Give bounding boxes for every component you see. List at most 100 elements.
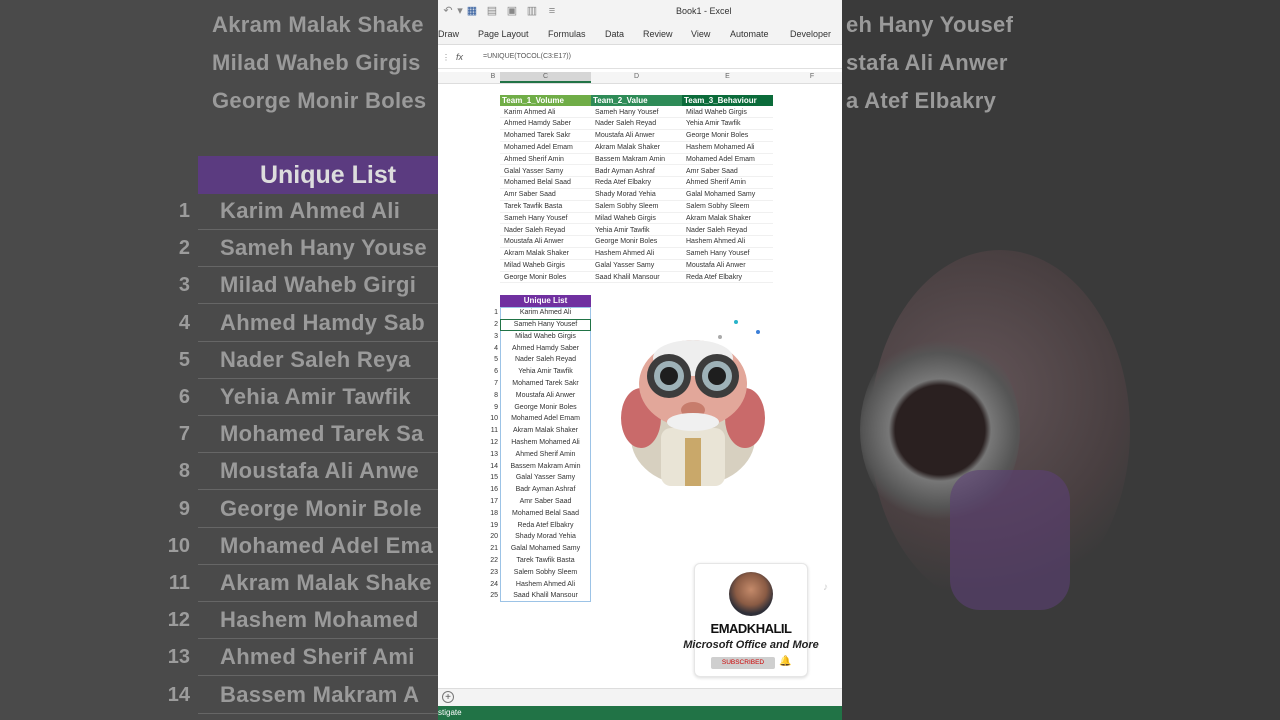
undo-icon[interactable]: ↶ <box>442 5 454 17</box>
table-cell[interactable]: Moustafa Ali Anwer <box>591 130 682 142</box>
unique-list-item[interactable]: Bassem Makram Amin <box>500 461 591 473</box>
fx-icon[interactable]: fx <box>456 52 463 62</box>
table-cell[interactable]: Hashem Ahmed Ali <box>682 236 773 249</box>
formula-bar[interactable]: ⋮ fx =UNIQUE(TOCOL(C3:E17)) <box>438 48 842 69</box>
unique-list-item[interactable]: Karim Ahmed Ali <box>500 307 591 319</box>
grid-icon[interactable]: ▦ <box>466 5 478 17</box>
subscribed-button[interactable]: SUBSCRIBED <box>711 657 775 669</box>
table-cell[interactable]: George Monir Boles <box>591 236 682 249</box>
table-cell[interactable]: Galal Mohamed Samy <box>682 189 773 201</box>
table-cell[interactable]: Sameh Hany Yousef <box>500 213 591 225</box>
tab-formulas[interactable]: Formulas <box>548 29 586 39</box>
tab-view[interactable]: View <box>691 29 710 39</box>
unique-list-item[interactable]: Moustafa Ali Anwer <box>500 390 591 402</box>
unique-list-item[interactable]: Amr Saber Saad <box>500 496 591 508</box>
unique-list-item[interactable]: Akram Malak Shaker <box>500 425 591 437</box>
table-cell[interactable]: Shady Morad Yehia <box>591 189 682 201</box>
table-header-cell[interactable]: Team_1_Volume <box>500 95 591 106</box>
table-header-cell[interactable]: Team_3_Behaviour <box>682 95 773 106</box>
tab-automate[interactable]: Automate <box>730 29 769 39</box>
add-sheet-icon[interactable]: + <box>442 691 454 703</box>
tab-review[interactable]: Review <box>643 29 673 39</box>
table-cell[interactable]: Salem Sobhy Sleem <box>591 201 682 213</box>
preview-icon[interactable]: ▥ <box>526 5 538 17</box>
table-cell[interactable]: Nader Saleh Reyad <box>591 118 682 131</box>
unique-list-item[interactable]: Reda Atef Elbakry <box>500 520 591 532</box>
table-cell[interactable]: Akram Malak Shaker <box>591 142 682 154</box>
table-cell[interactable]: Karim Ahmed Ali <box>500 107 591 119</box>
table-cell[interactable]: Mohamed Belal Saad <box>500 177 591 190</box>
selected-cell[interactable] <box>500 318 591 331</box>
table-cell[interactable]: Saad Khalil Mansour <box>591 272 682 284</box>
table-cell[interactable]: Hashem Mohamed Ali <box>682 142 773 154</box>
unique-list-header[interactable]: Unique List <box>500 295 591 307</box>
table-cell[interactable]: Milad Waheb Girgis <box>500 260 591 272</box>
table-cell[interactable]: Sameh Hany Yousef <box>591 107 682 119</box>
unique-list-item[interactable]: Salem Sobhy Sleem <box>500 567 591 579</box>
table-cell[interactable]: Salem Sobhy Sleem <box>682 201 773 213</box>
table-cell[interactable]: Bassem Makram Amin <box>591 154 682 166</box>
table-cell[interactable]: Mohamed Tarek Sakr <box>500 130 591 142</box>
column-header-f[interactable]: F <box>773 73 842 80</box>
column-header-c[interactable]: C <box>500 73 591 80</box>
table-cell[interactable]: Moustafa Ali Anwer <box>682 260 773 272</box>
table-cell[interactable]: Nader Saleh Reyad <box>682 225 773 237</box>
table-cell[interactable]: Galal Yasser Samy <box>591 260 682 272</box>
table-cell[interactable]: Reda Atef Elbakry <box>682 272 773 284</box>
unique-list-item[interactable]: Yehia Amir Tawfik <box>500 366 591 378</box>
table-header-cell[interactable]: Team_2_Value <box>591 95 682 106</box>
column-header-d[interactable]: D <box>591 73 682 80</box>
unique-list-item[interactable]: Tarek Tawfik Basta <box>500 555 591 567</box>
table-cell[interactable]: Amr Saber Saad <box>682 166 773 178</box>
table-cell[interactable]: Milad Waheb Girgis <box>591 213 682 225</box>
table-cell[interactable]: Nader Saleh Reyad <box>500 225 591 237</box>
unique-list-item[interactable]: Hashem Ahmed Ali <box>500 579 591 591</box>
unique-list-item[interactable]: Milad Waheb Girgis <box>500 331 591 343</box>
table-cell[interactable]: Akram Malak Shaker <box>682 213 773 225</box>
table-cell[interactable]: Tarek Tawfik Basta <box>500 201 591 213</box>
unique-list-item[interactable]: Shady Morad Yehia <box>500 531 591 543</box>
table-cell[interactable]: Hashem Ahmed Ali <box>591 248 682 260</box>
table-cell[interactable]: Reda Atef Elbakry <box>591 177 682 190</box>
table-cell[interactable]: Ahmed Hamdy Saber <box>500 118 591 131</box>
tab-developer[interactable]: Developer <box>790 29 831 39</box>
unique-list-item[interactable]: Mohamed Adel Emam <box>500 413 591 425</box>
unique-list-item[interactable]: Ahmed Sherif Amin <box>500 449 591 461</box>
table-cell[interactable]: George Monir Boles <box>500 272 591 284</box>
table-cell[interactable]: Milad Waheb Girgis <box>682 107 773 119</box>
unique-list-item[interactable]: George Monir Boles <box>500 402 591 414</box>
unique-list-item[interactable]: Galal Mohamed Samy <box>500 543 591 555</box>
formula-input[interactable]: =UNIQUE(TOCOL(C3:E17)) <box>483 53 571 60</box>
unique-list-item[interactable]: Saad Khalil Mansour <box>500 590 591 602</box>
table-cell[interactable]: Ahmed Sherif Amin <box>682 177 773 190</box>
table-cell[interactable]: Amr Saber Saad <box>500 189 591 201</box>
tab-data[interactable]: Data <box>605 29 624 39</box>
dropdown-icon[interactable]: ▾ <box>454 5 466 17</box>
table-cell[interactable]: Mohamed Adel Emam <box>500 142 591 154</box>
tab-draw[interactable]: Draw <box>438 29 459 39</box>
unique-list-item[interactable]: Mohamed Tarek Sakr <box>500 378 591 390</box>
table-cell[interactable]: George Monir Boles <box>682 130 773 142</box>
save-icon[interactable]: ▣ <box>506 5 518 17</box>
table-cell[interactable]: Akram Malak Shaker <box>500 248 591 260</box>
tab-page-layout[interactable]: Page Layout <box>478 29 529 39</box>
customize-icon[interactable]: ≡ <box>546 5 558 17</box>
unique-list-item[interactable]: Nader Saleh Reyad <box>500 354 591 366</box>
name-box-dropdown-icon[interactable]: ⋮ <box>440 52 452 64</box>
column-header-e[interactable]: E <box>682 73 773 80</box>
table-cell[interactable]: Yehia Amir Tawfik <box>591 225 682 237</box>
unique-list-item[interactable]: Badr Ayman Ashraf <box>500 484 591 496</box>
print-icon[interactable]: ▤ <box>486 5 498 17</box>
table-cell[interactable]: Galal Yasser Samy <box>500 166 591 178</box>
creator-card[interactable]: EMADKHALIL Microsoft Office and More SUB… <box>683 563 819 677</box>
unique-list-item[interactable]: Galal Yasser Samy <box>500 472 591 484</box>
unique-list-item[interactable]: Mohamed Belal Saad <box>500 508 591 520</box>
unique-list-item[interactable]: Ahmed Hamdy Saber <box>500 343 591 355</box>
bell-icon[interactable]: 🔔 <box>779 656 791 667</box>
table-cell[interactable]: Moustafa Ali Anwer <box>500 236 591 249</box>
table-cell[interactable]: Yehia Amir Tawfik <box>682 118 773 131</box>
unique-list-item[interactable]: Hashem Mohamed Ali <box>500 437 591 449</box>
table-cell[interactable]: Badr Ayman Ashraf <box>591 166 682 178</box>
table-cell[interactable]: Ahmed Sherif Amin <box>500 154 591 166</box>
table-cell[interactable]: Mohamed Adel Emam <box>682 154 773 166</box>
